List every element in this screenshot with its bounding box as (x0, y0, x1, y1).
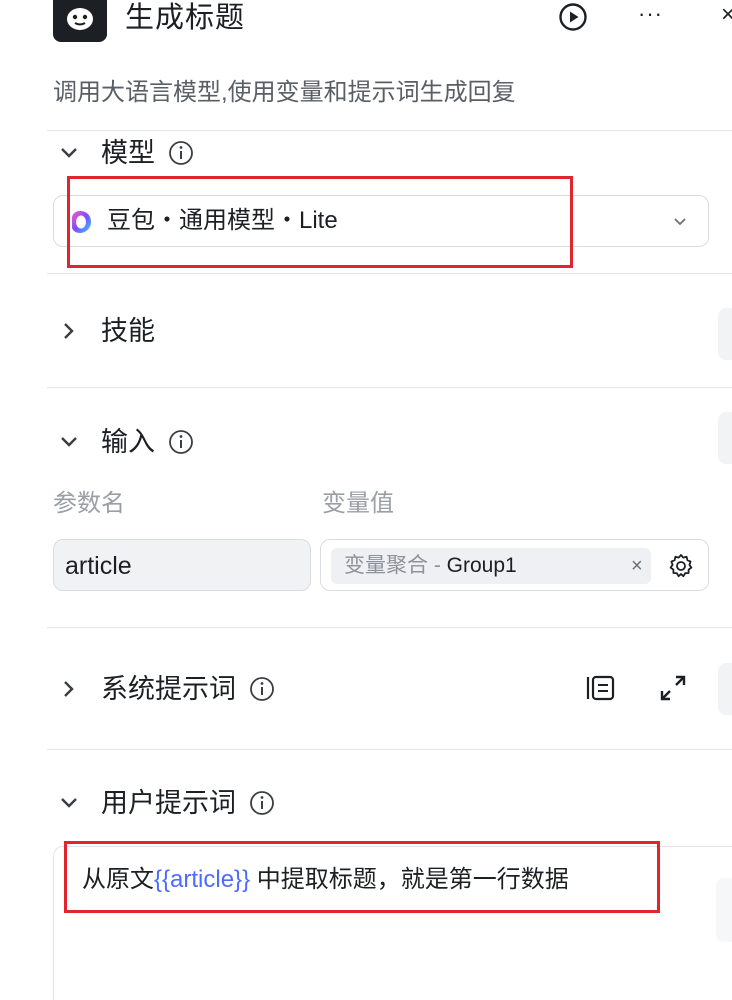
more-icon[interactable]: ··· (638, 0, 663, 28)
highlight-box (64, 841, 660, 913)
variable-chip[interactable]: 变量聚合 - Group1 × (331, 548, 651, 584)
play-circle-icon[interactable] (558, 2, 588, 32)
prompt-library-icon[interactable] (585, 672, 617, 704)
expand-icon[interactable] (657, 672, 689, 704)
column-header-value: 变量值 (322, 490, 394, 517)
side-action-button[interactable] (716, 878, 732, 942)
section-title: 模型 (101, 138, 155, 168)
info-icon[interactable] (248, 675, 276, 703)
info-icon[interactable] (167, 139, 195, 167)
chevron-right-icon[interactable] (55, 675, 83, 703)
section-input-header[interactable]: 输入 (55, 425, 195, 459)
divider (47, 387, 732, 388)
chevron-down-icon[interactable] (55, 428, 83, 456)
chevron-down-icon[interactable] (55, 789, 83, 817)
chevron-right-icon[interactable] (55, 317, 83, 345)
variable-chip-prefix: 变量聚合 - (344, 554, 447, 577)
panel-header: 生成标题 ··· × (53, 0, 732, 44)
column-header-param: 参数名 (53, 490, 125, 517)
info-icon[interactable] (248, 789, 276, 817)
highlight-box (67, 176, 573, 268)
section-title: 输入 (101, 427, 155, 457)
chevron-down-icon (670, 211, 690, 231)
close-icon[interactable]: × (721, 0, 732, 30)
divider (47, 273, 732, 274)
section-title: 技能 (101, 316, 155, 346)
section-title: 系统提示词 (101, 674, 236, 704)
gear-icon[interactable] (667, 552, 695, 580)
add-skill-button[interactable] (718, 308, 732, 360)
add-input-button[interactable] (718, 412, 732, 464)
divider (47, 749, 732, 750)
node-description: 调用大语言模型,使用变量和提示词生成回复 (53, 79, 516, 106)
section-skills-header[interactable]: 技能 (55, 314, 155, 348)
divider (47, 627, 732, 628)
param-name-input[interactable]: article (53, 539, 311, 591)
info-icon[interactable] (167, 428, 195, 456)
variable-value-field[interactable]: 变量聚合 - Group1 × (320, 539, 709, 591)
chevron-down-icon[interactable] (55, 139, 83, 167)
section-title: 用户提示词 (101, 788, 236, 818)
variable-chip-name: Group1 (446, 554, 517, 577)
param-name-value: article (65, 552, 132, 580)
section-model-header[interactable]: 模型 (55, 136, 195, 170)
section-system-prompt-header[interactable]: 系统提示词 (55, 672, 276, 706)
divider (47, 130, 732, 131)
node-title[interactable]: 生成标题 (125, 0, 245, 36)
section-user-prompt-header[interactable]: 用户提示词 (55, 786, 276, 820)
bot-icon (53, 0, 107, 42)
close-icon[interactable]: × (631, 554, 643, 578)
side-action-button[interactable] (718, 663, 732, 715)
